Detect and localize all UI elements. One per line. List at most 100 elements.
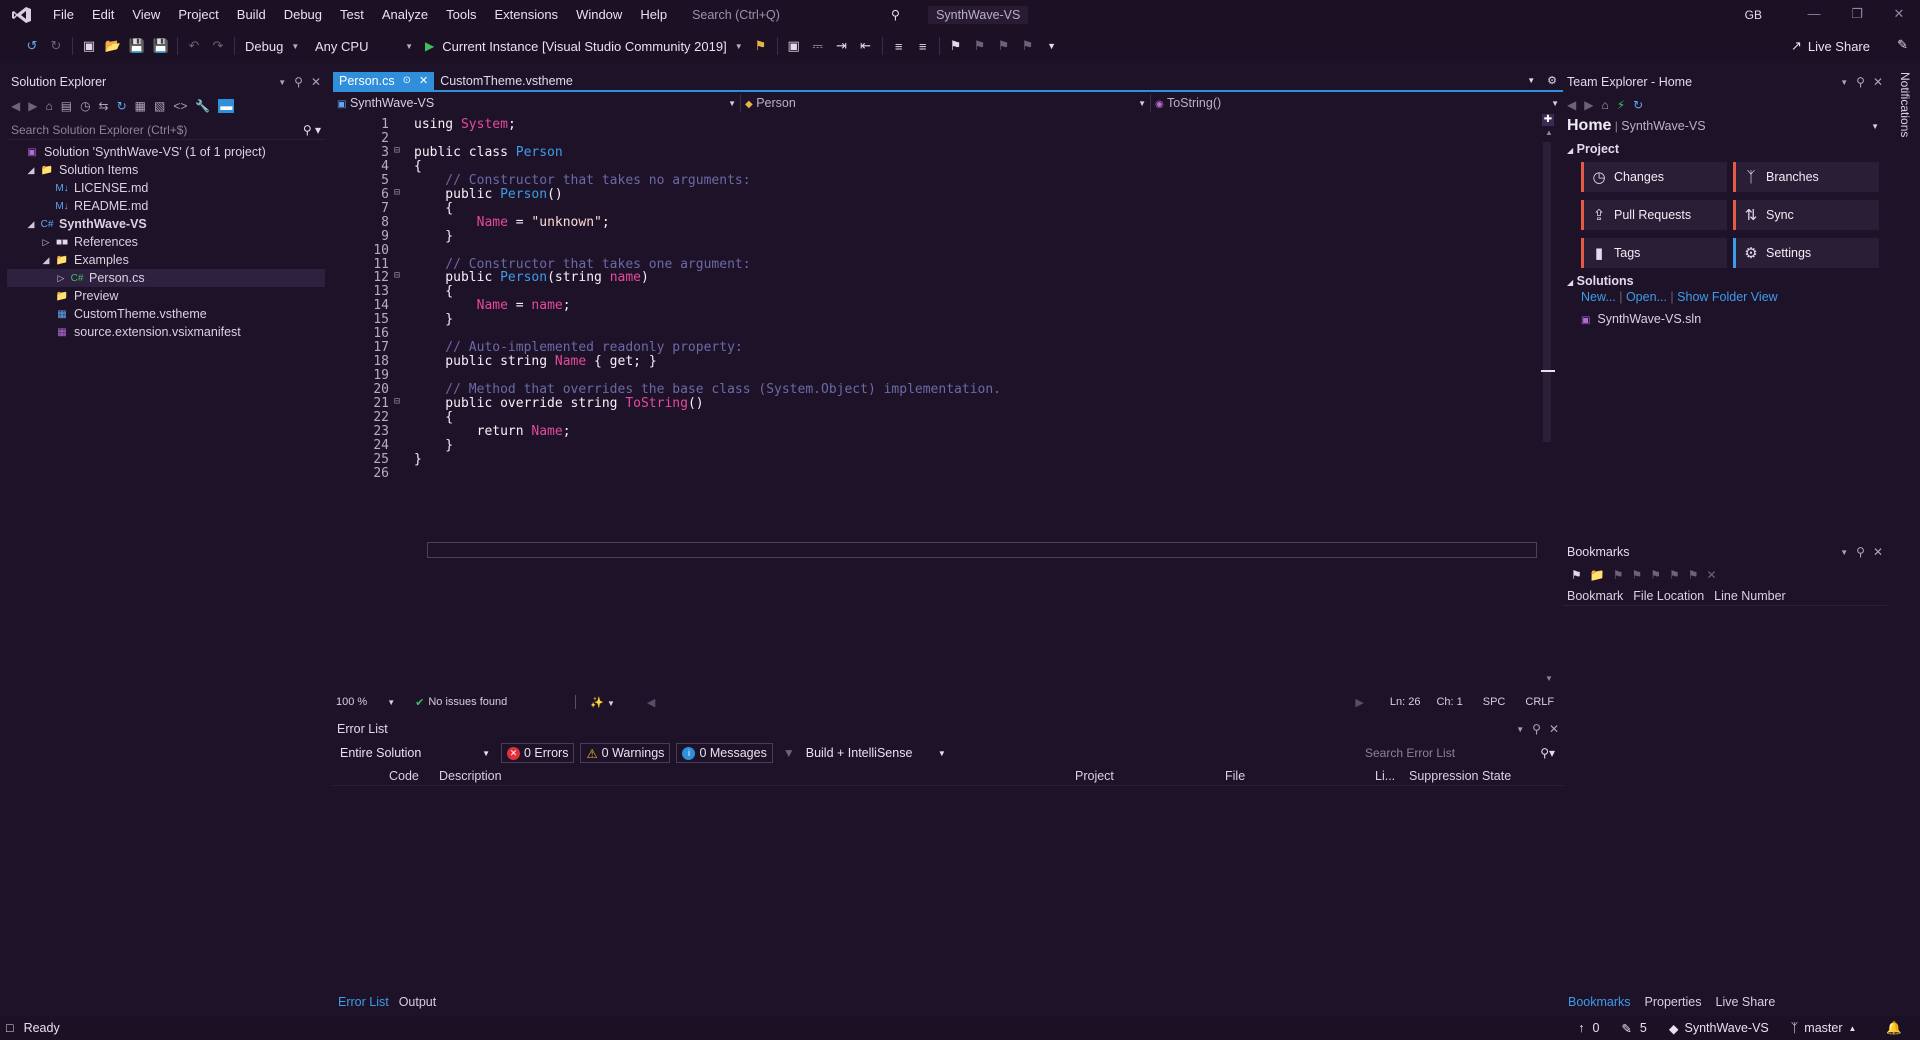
bookmark-icon[interactable]: ⚑ xyxy=(946,36,966,56)
solutions-section-header[interactable]: ◢ Solutions xyxy=(1563,274,1887,288)
repository-icon[interactable]: ◆ xyxy=(1669,1021,1679,1036)
previous-in-folder-icon[interactable]: ⚑ xyxy=(1650,568,1661,582)
column-header-file-location[interactable]: File Location xyxy=(1633,589,1704,603)
expanded-arrow-icon[interactable]: ◢ xyxy=(39,255,53,266)
scroll-right-icon[interactable]: ▶ xyxy=(1355,696,1363,709)
start-debugging-button[interactable]: ▶ Current Instance [Visual Studio Commun… xyxy=(419,39,749,54)
team-explorer-sync-button[interactable]: ⇅ Sync xyxy=(1733,200,1879,230)
disable-bookmark-icon[interactable]: ⚑ xyxy=(1688,568,1699,582)
column-header-line-number[interactable]: Line Number xyxy=(1714,589,1786,603)
zoom-dropdown-icon[interactable]: ▼ xyxy=(387,698,395,707)
close-panel-icon[interactable]: ✕ xyxy=(311,75,321,89)
save-all-icon[interactable]: 💾 xyxy=(151,36,171,56)
column-number-status[interactable]: Ch: 1 xyxy=(1436,696,1462,708)
tree-item[interactable]: ▷ ■■ References xyxy=(7,233,325,251)
tree-item[interactable]: ▦ CustomTheme.vstheme xyxy=(7,305,325,323)
scroll-thumb[interactable] xyxy=(1543,142,1551,442)
refresh-icon[interactable]: ↻ xyxy=(1633,98,1643,112)
branch-icon[interactable]: ᛉ xyxy=(1791,1021,1799,1035)
menu-test[interactable]: Test xyxy=(331,0,373,30)
line-ending-status[interactable]: CRLF xyxy=(1525,696,1554,708)
pending-changes-count[interactable]: 5 xyxy=(1640,1021,1647,1035)
close-window-icon[interactable]: ✕ xyxy=(1888,6,1910,22)
tree-item[interactable]: 📁 Preview xyxy=(7,287,325,305)
notifications-rail[interactable]: Notifications xyxy=(1896,72,1918,192)
column-header-bookmark[interactable]: Bookmark xyxy=(1567,589,1623,603)
project-dropdown[interactable]: ▣ SynthWave-VS ▼ xyxy=(333,94,741,112)
tree-item[interactable]: M↓ README.md xyxy=(7,197,325,215)
platform-dropdown[interactable]: Any CPU ▼ xyxy=(309,39,419,54)
zoom-level[interactable]: 100 % xyxy=(336,696,367,708)
toggle-bookmark-icon[interactable]: ⚑ xyxy=(1571,568,1582,582)
scope-dropdown[interactable]: Entire Solution ▼ xyxy=(335,743,495,763)
tab-output[interactable]: Output xyxy=(399,995,437,1009)
tab-customtheme-vstheme[interactable]: CustomTheme.vstheme xyxy=(434,72,579,90)
up-arrow-icon[interactable]: ↑ xyxy=(1578,1021,1584,1035)
solution-explorer-search-input[interactable]: Search Solution Explorer (Ctrl+$) ⚲ ▾ xyxy=(7,120,325,140)
collapse-all-icon[interactable]: ▦ xyxy=(135,99,146,113)
switch-views-icon[interactable]: ▤ xyxy=(61,99,72,113)
next-bookmark-icon[interactable]: ⚑ xyxy=(1631,568,1642,582)
back-icon[interactable]: ◀ xyxy=(1567,98,1576,112)
pin-icon[interactable]: ⚲ xyxy=(1532,722,1541,736)
panel-menu-icon[interactable]: ▼ xyxy=(1840,78,1848,87)
previous-bookmark-icon[interactable]: ⚑ xyxy=(1613,568,1624,582)
member-dropdown[interactable]: ◉ ToString() ▼ xyxy=(1151,94,1563,112)
show-all-files-icon[interactable]: ▧ xyxy=(154,99,165,113)
tree-item[interactable]: ◢ 📁 Solution Items xyxy=(7,161,325,179)
issues-status[interactable]: No issues found xyxy=(428,696,507,708)
preview-selected-icon[interactable]: ▬ xyxy=(218,99,235,113)
delete-bookmark-icon[interactable]: ✕ xyxy=(1707,568,1717,582)
feedback-icon[interactable]: ✎ xyxy=(1897,37,1908,53)
split-icon[interactable]: ✚ xyxy=(1542,114,1554,126)
editor-vertical-scrollbar[interactable]: ✚ ▲ ▼ xyxy=(1541,114,1555,688)
collapsed-arrow-icon[interactable]: ▷ xyxy=(54,273,68,284)
whitespace-status[interactable]: SPC xyxy=(1483,696,1506,708)
indent-icon[interactable]: ⇥ xyxy=(832,36,852,56)
forward-icon[interactable]: ↻ xyxy=(46,36,66,56)
user-initials[interactable]: GB xyxy=(1745,8,1762,22)
uncomment-icon[interactable]: ≡ xyxy=(913,36,933,56)
line-number-status[interactable]: Ln: 26 xyxy=(1390,696,1421,708)
menu-extensions[interactable]: Extensions xyxy=(485,0,567,30)
tab-list-dropdown[interactable]: ▼ xyxy=(1521,72,1541,90)
messages-filter-button[interactable]: i 0 Messages xyxy=(676,743,773,763)
menu-debug[interactable]: Debug xyxy=(275,0,331,30)
menu-edit[interactable]: Edit xyxy=(83,0,123,30)
branch-name[interactable]: master xyxy=(1804,1021,1842,1035)
tab-person-cs[interactable]: Person.cs ⊙ ✕ xyxy=(333,72,435,90)
cleanup-icon[interactable]: ✨ ▼ xyxy=(590,696,615,709)
screenshot-icon[interactable]: ▣ xyxy=(784,36,804,56)
tab-properties[interactable]: Properties xyxy=(1645,995,1702,1009)
column-header-project[interactable]: Project xyxy=(1075,769,1225,783)
new-project-icon[interactable]: ▣ xyxy=(79,36,99,56)
column-header-suppression-state[interactable]: Suppression State xyxy=(1409,769,1511,783)
minimize-icon[interactable]: — xyxy=(1803,6,1825,21)
back-icon[interactable]: ↺ xyxy=(22,36,42,56)
tab-error-list[interactable]: Error List xyxy=(338,995,389,1009)
column-header-file[interactable]: File xyxy=(1225,769,1375,783)
configuration-dropdown[interactable]: Debug ▼ xyxy=(239,39,309,54)
new-bookmark-folder-icon[interactable]: 📁 xyxy=(1590,568,1605,582)
close-panel-icon[interactable]: ✕ xyxy=(1549,722,1559,736)
close-panel-icon[interactable]: ✕ xyxy=(1873,75,1883,89)
previous-bookmark-icon[interactable]: ⚑ xyxy=(970,36,990,56)
tree-item[interactable]: ▷ C# Person.cs xyxy=(7,269,325,287)
pin-icon[interactable]: ⚲ xyxy=(1856,75,1865,89)
forward-icon[interactable]: ▶ xyxy=(28,99,37,113)
tree-item[interactable]: ▣ Solution 'SynthWave-VS' (1 of 1 project… xyxy=(7,143,325,161)
pending-changes-icon[interactable]: ◷ xyxy=(80,99,90,113)
redo-icon[interactable]: ↷ xyxy=(208,36,228,56)
warnings-filter-button[interactable]: ⚠ 0 Warnings xyxy=(580,743,671,763)
scroll-down-icon[interactable]: ▼ xyxy=(1545,674,1553,683)
tree-item[interactable]: ◢ C# SynthWave-VS xyxy=(7,215,325,233)
menu-file[interactable]: File xyxy=(44,0,83,30)
menu-view[interactable]: View xyxy=(123,0,169,30)
expanded-arrow-icon[interactable]: ◢ xyxy=(24,165,38,176)
panel-menu-icon[interactable]: ▼ xyxy=(1840,548,1848,557)
search-input[interactable]: Search (Ctrl+Q) ⚲ xyxy=(686,4,907,26)
scroll-up-icon[interactable]: ▲ xyxy=(1545,128,1553,137)
pencil-icon[interactable]: ✎ xyxy=(1621,1021,1631,1036)
forward-icon[interactable]: ▶ xyxy=(1584,98,1593,112)
tree-item[interactable]: ▦ source.extension.vsixmanifest xyxy=(7,323,325,341)
